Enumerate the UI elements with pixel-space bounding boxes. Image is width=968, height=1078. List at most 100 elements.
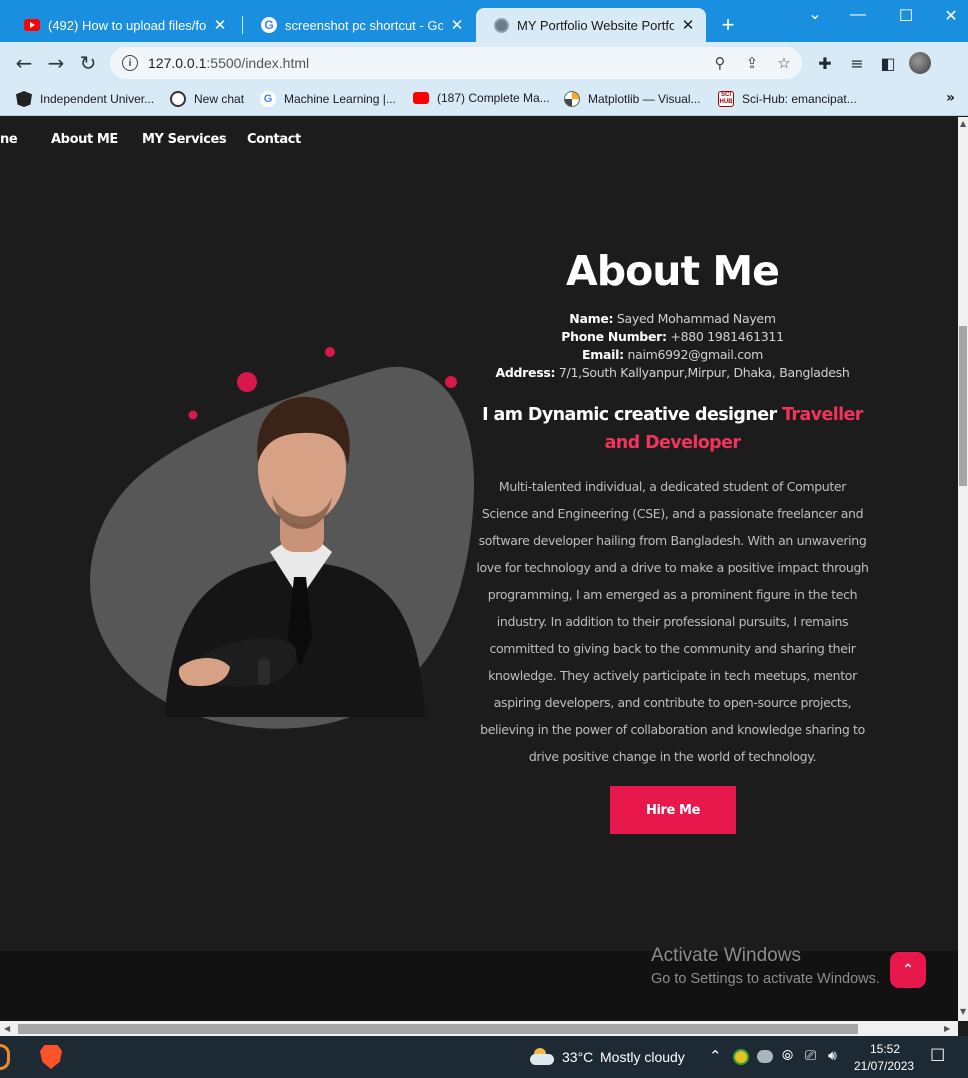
nav-about[interactable]: About ME — [51, 132, 118, 147]
portfolio-page: ne About ME MY Services Contact About Me… — [0, 117, 958, 1021]
clock-date[interactable]: 21/07/2023 — [854, 1059, 914, 1073]
nav-contact[interactable]: Contact — [247, 132, 301, 147]
site-info-icon[interactable]: i — [122, 55, 138, 71]
bookmark-label: Independent Univer... — [40, 92, 155, 106]
profile-avatar[interactable] — [909, 52, 931, 74]
clock-time[interactable]: 15:52 — [870, 1042, 900, 1056]
close-tab-icon[interactable]: ✕ — [680, 16, 696, 34]
bookmark-label: New chat — [194, 92, 245, 106]
address-label: Address: — [495, 365, 556, 380]
bookmarks-bar: Independent Univer... New chat G Machine… — [0, 84, 968, 116]
tab-title: screenshot pc shortcut - Google — [285, 17, 443, 33]
email-label: Email: — [582, 347, 624, 362]
app-icon[interactable] — [0, 1044, 10, 1070]
new-tab-button[interactable]: + — [716, 12, 740, 38]
name-label: Name: — [569, 311, 614, 326]
bookmark-item[interactable]: (187) Complete Ma... — [413, 91, 550, 105]
phone-label: Phone Number: — [561, 329, 667, 344]
chatgpt-icon — [170, 91, 186, 107]
bookmark-label: (187) Complete Ma... — [437, 91, 550, 105]
address-bar[interactable]: i 127.0.0.1:5500/index.html ⚲ ⇪ ☆ — [110, 47, 802, 79]
volume-icon[interactable]: 🔊︎ — [828, 1047, 837, 1064]
vertical-scroll-thumb[interactable] — [959, 326, 967, 486]
decor-dot — [188, 410, 198, 420]
bookmark-item[interactable]: G Machine Learning |... — [260, 91, 396, 107]
forward-button[interactable]: → — [44, 52, 68, 74]
profile-image — [90, 347, 475, 729]
decor-dot — [445, 376, 457, 388]
scroll-up-arrow-icon[interactable]: ▲ — [960, 119, 966, 128]
bookmark-label: Machine Learning |... — [284, 92, 396, 106]
horizontal-scrollbar[interactable]: ◀ ▶ — [0, 1021, 958, 1036]
scroll-to-top-button[interactable]: ⌃ — [890, 952, 926, 988]
extensions-icon[interactable]: ✚ — [814, 54, 836, 73]
browser-toolbar: ← → ↻ i 127.0.0.1:5500/index.html ⚲ ⇪ ☆ … — [0, 42, 968, 84]
scroll-left-arrow-icon[interactable]: ◀ — [4, 1024, 10, 1033]
bookmark-item[interactable]: Independent Univer... — [16, 91, 154, 107]
url-host: 127.0.0.1 — [148, 55, 207, 71]
bookmark-star-icon[interactable]: ☆ — [774, 54, 794, 72]
watch-icon — [258, 659, 270, 685]
media-controls-icon[interactable]: ≡ — [846, 54, 868, 73]
window-close-icon[interactable]: ✕ — [936, 6, 966, 26]
side-panel-icon[interactable]: ◧ — [877, 54, 899, 73]
headline: I am Dynamic creative designer Traveller… — [475, 401, 870, 457]
weather-cloud-icon — [530, 1048, 554, 1065]
network-icon[interactable]: ⎚ — [805, 1047, 816, 1064]
tab-google-search[interactable]: G screenshot pc shortcut - Google ✕ — [243, 8, 475, 42]
tab-portfolio[interactable]: MY Portfolio Website Portfolio ✕ — [476, 8, 706, 42]
bookmark-item[interactable]: New chat — [170, 91, 244, 107]
browser-tab-strip: (492) How to upload files/folders ✕ G sc… — [0, 0, 968, 42]
reload-button[interactable]: ↻ — [76, 52, 100, 74]
notification-icon[interactable]: ☐ — [930, 1046, 945, 1066]
back-button[interactable]: ← — [12, 52, 36, 74]
headline-text: I am Dynamic creative designer — [482, 405, 783, 425]
temperature[interactable]: 33°C — [562, 1049, 593, 1065]
tab-youtube-upload[interactable]: (492) How to upload files/folders ✕ — [6, 8, 242, 42]
google-icon: G — [261, 17, 277, 33]
url-path: :5500/index.html — [206, 55, 310, 71]
vertical-scrollbar[interactable]: ▲ ▼ — [958, 117, 968, 1021]
tray-app-icon[interactable] — [733, 1049, 749, 1065]
tab-search-chevron-icon[interactable]: ⌄ — [800, 4, 830, 24]
google-icon: G — [260, 91, 276, 107]
angular-icon — [16, 91, 32, 107]
close-tab-icon[interactable]: ✕ — [449, 16, 465, 34]
bio-paragraph: Multi-talented individual, a dedicated s… — [476, 479, 869, 764]
brave-browser-icon[interactable] — [40, 1045, 62, 1069]
nav-services[interactable]: MY Services — [142, 132, 227, 147]
address-value: 7/1,South Kallyanpur,Mirpur, Dhaka, Bang… — [558, 365, 850, 380]
scroll-right-arrow-icon[interactable]: ▶ — [944, 1024, 950, 1033]
about-title: About Me — [566, 247, 780, 295]
globe-icon — [494, 17, 509, 33]
name-line: Name: Sayed Mohammad Nayem — [470, 311, 875, 326]
url-text[interactable]: 127.0.0.1:5500/index.html — [148, 55, 309, 71]
hire-me-button[interactable]: Hire Me — [610, 786, 736, 834]
share-icon[interactable]: ⇪ — [742, 54, 762, 72]
phone-line: Phone Number: +880 1981461311 — [470, 329, 875, 344]
close-tab-icon[interactable]: ✕ — [212, 16, 228, 34]
zoom-search-icon[interactable]: ⚲ — [710, 54, 730, 72]
weather-text[interactable]: Mostly cloudy — [600, 1049, 685, 1065]
tab-title: MY Portfolio Website Portfolio — [517, 17, 675, 33]
meet-now-icon[interactable]: ⦾ — [782, 1047, 793, 1064]
nav-home[interactable]: ne — [0, 132, 18, 147]
matplotlib-icon — [564, 91, 580, 107]
bookmark-item[interactable]: SCI HUB Sci-Hub: emancipat... — [718, 91, 857, 107]
bookmark-item[interactable]: Matplotlib — Visual... — [564, 91, 701, 107]
address-line: Address: 7/1,South Kallyanpur,Mirpur, Dh… — [470, 365, 875, 380]
more-bookmarks-icon[interactable]: » — [946, 90, 958, 106]
maximize-icon[interactable]: ☐ — [891, 6, 921, 26]
decor-dot — [325, 347, 335, 357]
tray-overflow-chevron-icon[interactable]: ⌃ — [709, 1047, 722, 1065]
onedrive-icon[interactable] — [757, 1050, 773, 1063]
tab-title: (492) How to upload files/folders — [48, 17, 206, 33]
scroll-down-arrow-icon[interactable]: ▼ — [960, 1007, 966, 1016]
youtube-icon — [413, 92, 429, 104]
youtube-icon — [24, 19, 40, 31]
horizontal-scroll-thumb[interactable] — [18, 1024, 858, 1034]
decor-dot — [237, 372, 257, 392]
minimize-icon[interactable]: — — [843, 6, 873, 24]
bookmark-label: Matplotlib — Visual... — [588, 92, 701, 106]
name-value: Sayed Mohammad Nayem — [616, 311, 776, 326]
